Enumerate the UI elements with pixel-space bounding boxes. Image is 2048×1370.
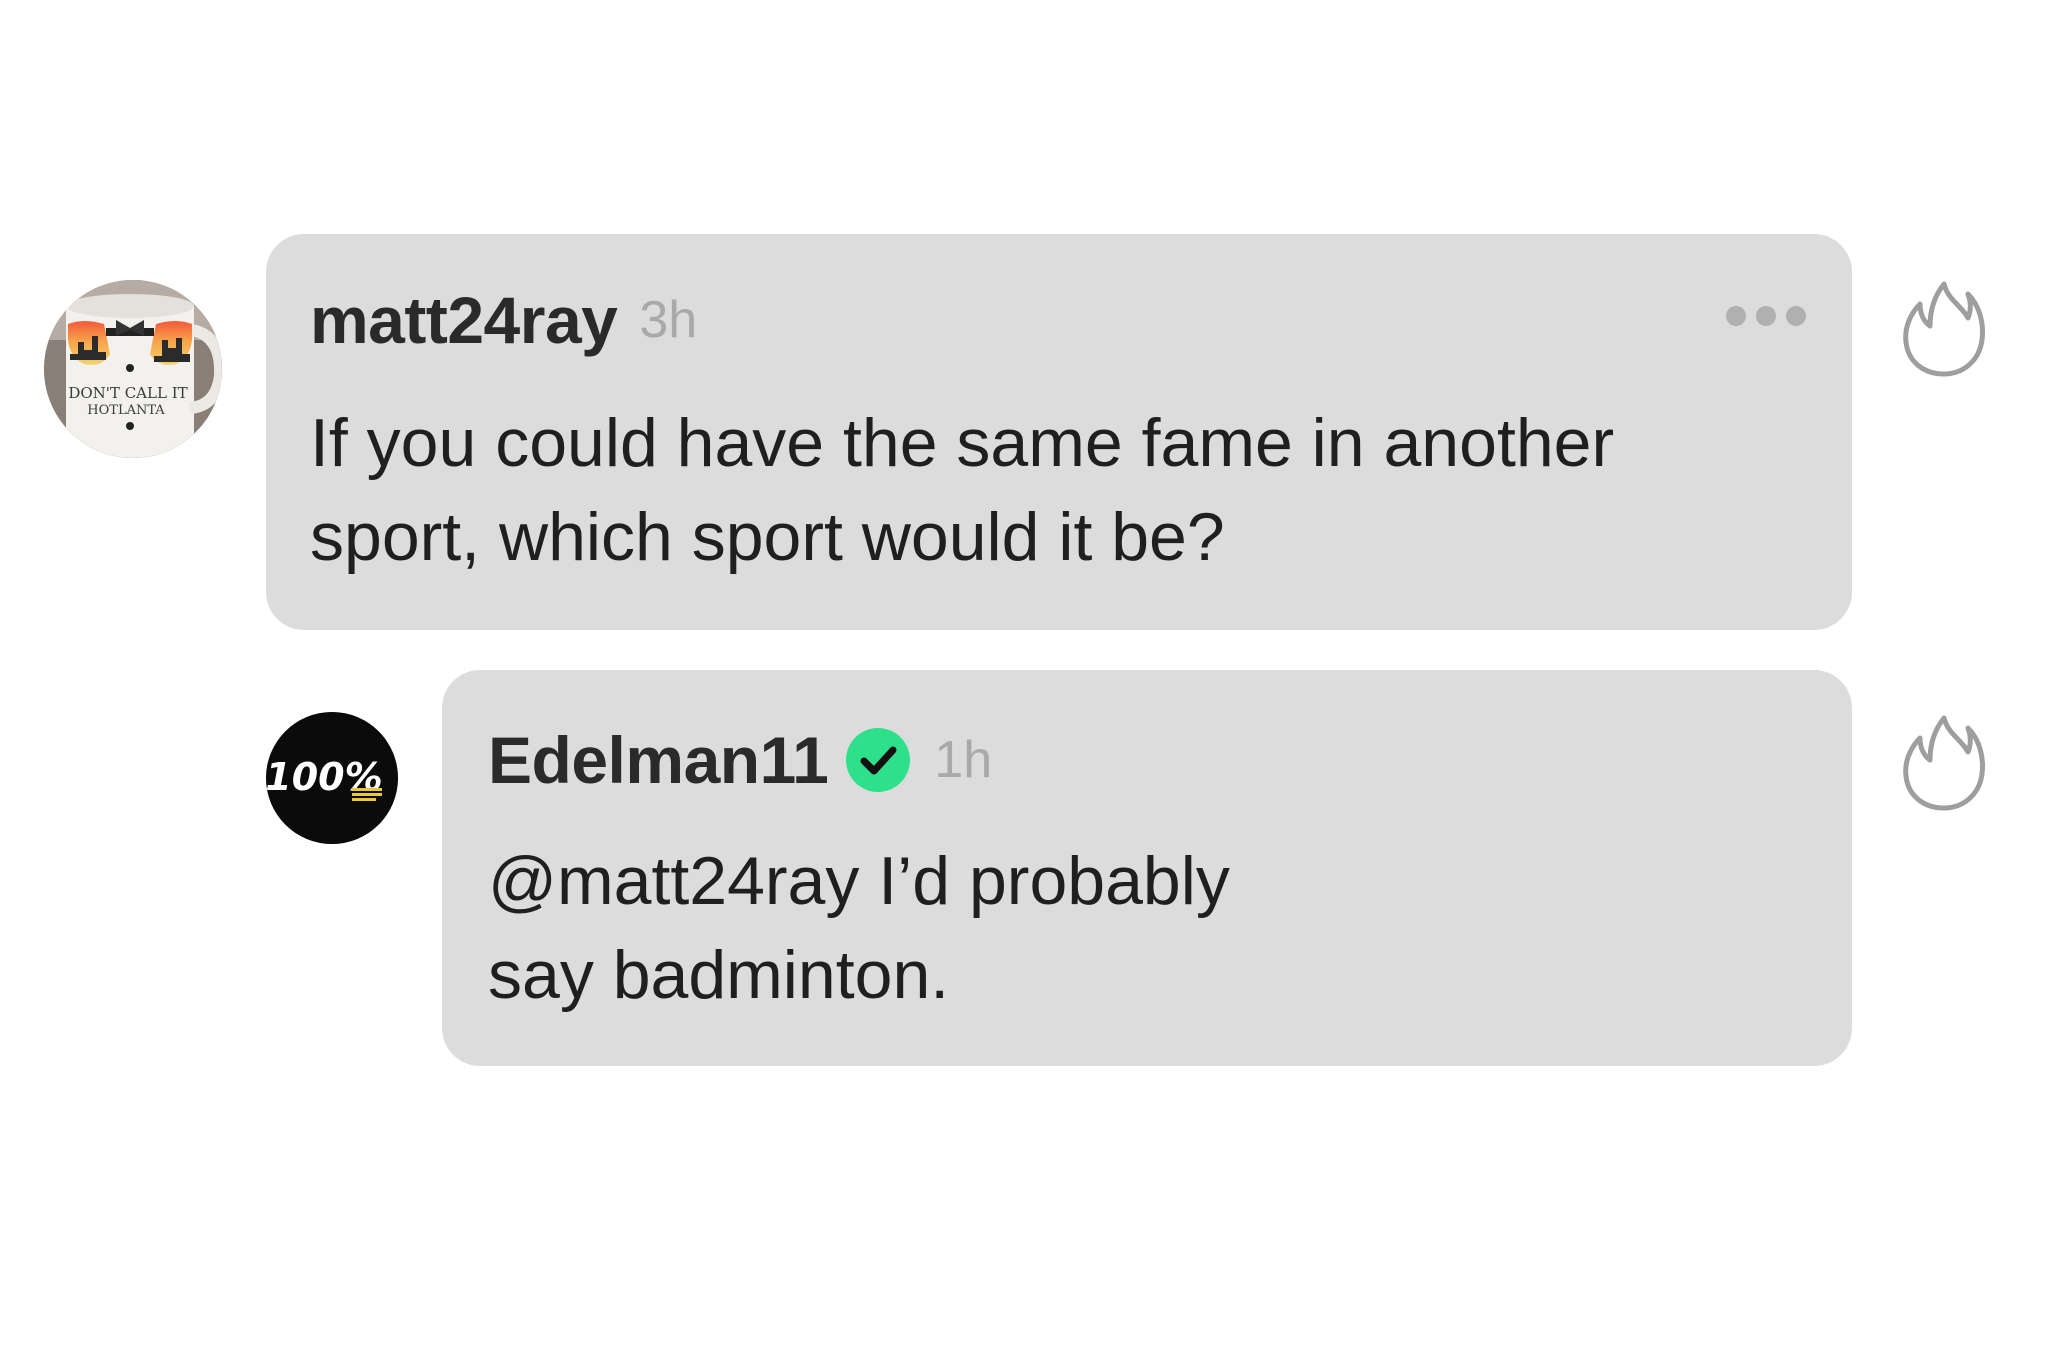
flame-icon[interactable] xyxy=(1902,712,1986,812)
username-edelman11[interactable]: Edelman11 xyxy=(488,722,829,798)
more-options-button[interactable] xyxy=(1726,306,1806,326)
avatar-matt24ray[interactable]: DON'T CALL IT HOTLANTA xyxy=(44,280,222,458)
mug-avatar-image: DON'T CALL IT HOTLANTA xyxy=(44,280,222,458)
verified-check-icon xyxy=(844,726,912,794)
mug-text-line2: HOTLANTA xyxy=(87,403,165,418)
comment-bubble-edelman11: Edelman11 1h @matt24ray I’d probably say… xyxy=(442,670,1852,1066)
comment-text: If you could have the same fame in anoth… xyxy=(310,405,1615,575)
comment-header: Edelman11 1h xyxy=(488,722,992,798)
100-percent-logo: 100% xyxy=(266,712,398,844)
flame-icon[interactable] xyxy=(1902,278,1986,378)
username-matt24ray[interactable]: matt24ray xyxy=(310,282,618,358)
logo-text: 100% xyxy=(266,755,383,799)
comment-thread: DON'T CALL IT HOTLANTA matt24ray 3h If y… xyxy=(0,0,2048,1370)
more-dots-icon xyxy=(1786,306,1806,326)
more-dots-icon xyxy=(1756,306,1776,326)
comment-text: @matt24ray I’d probably say badminton. xyxy=(488,843,1230,1013)
mug-text-line1: DON'T CALL IT xyxy=(68,384,187,402)
comment-timestamp: 1h xyxy=(934,731,993,789)
comment-header: matt24ray 3h xyxy=(310,282,697,358)
comment-bubble-matt24ray: matt24ray 3h If you could have the same … xyxy=(266,234,1852,630)
more-dots-icon xyxy=(1726,306,1746,326)
avatar-edelman11[interactable]: 100% xyxy=(266,712,398,844)
comment-timestamp: 3h xyxy=(639,291,698,349)
